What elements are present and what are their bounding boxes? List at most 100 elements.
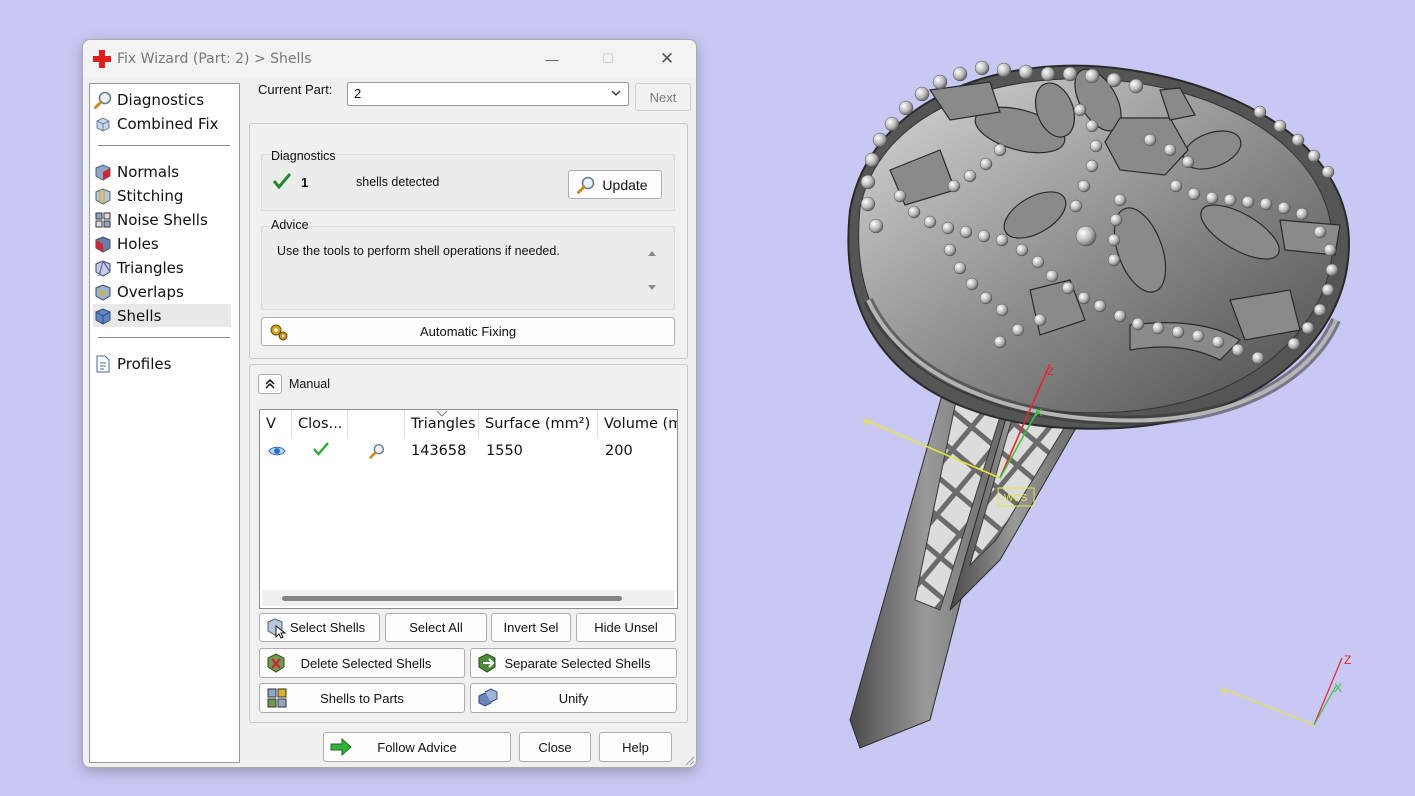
ring-model[interactable]: Y Z X WCS Y Z X <box>700 0 1415 796</box>
help-button[interactable]: Help <box>599 732 672 762</box>
nav-item-combined-fix[interactable]: Combined Fix <box>93 112 231 135</box>
nav-item-label: Noise Shells <box>117 210 208 229</box>
nav-item-normals[interactable]: Normals <box>93 160 231 183</box>
next-button[interactable]: Next <box>635 83 691 111</box>
unify-button[interactable]: Unify <box>470 683 677 713</box>
nav-item-stitching[interactable]: Stitching <box>93 184 231 207</box>
separate-selected-shells-button[interactable]: Separate Selected Shells <box>470 648 677 678</box>
nav-item-label: Combined Fix <box>117 114 219 133</box>
nav-item-holes[interactable]: Holes <box>93 232 231 255</box>
wcs-label: WCS <box>1004 493 1028 504</box>
hide-unsel-button[interactable]: Hide Unsel <box>576 613 676 642</box>
advice-scrollbar[interactable] <box>643 240 661 302</box>
triad-x-label: X <box>1334 681 1342 695</box>
nav-item-label: Normals <box>117 162 180 181</box>
nav-item-label: Triangles <box>117 258 184 277</box>
stitching-cube-icon <box>93 186 113 206</box>
chevron-double-up-icon <box>265 378 275 389</box>
nav-item-label: Holes <box>117 234 159 253</box>
nav-item-diagnostics[interactable]: Diagnostics <box>93 88 231 111</box>
holes-cube-icon <box>93 234 113 254</box>
current-part-select[interactable]: 2 <box>347 82 629 106</box>
close-icon: ✕ <box>659 49 675 68</box>
collapse-manual-button[interactable] <box>258 374 282 394</box>
3d-viewport[interactable]: Y Z X WCS Y Z X <box>700 0 1415 796</box>
document-icon <box>93 354 113 374</box>
advice-text: Use the tools to perform shell operation… <box>277 244 560 258</box>
scrollbar-thumb[interactable] <box>282 596 622 601</box>
wizard-nav: Diagnostics Combined Fix Normals Stitchi… <box>89 83 240 763</box>
scroll-arrows-icon <box>648 251 656 290</box>
checkmark-icon <box>273 173 291 189</box>
noise-shells-icon <box>93 210 113 230</box>
gears-icon <box>268 321 290 343</box>
normals-cube-icon <box>93 162 113 182</box>
sort-indicator-icon <box>436 410 448 417</box>
shells-to-parts-button[interactable]: Shells to Parts <box>259 683 465 713</box>
delete-selected-shells-label: Delete Selected Shells <box>300 655 432 671</box>
x-axis-label: X <box>1035 407 1043 419</box>
nav-item-label: Profiles <box>117 354 172 373</box>
shells-to-parts-label: Shells to Parts <box>320 690 404 706</box>
row-triangles: 143658 <box>411 443 467 459</box>
fix-wizard-dialog: Fix Wizard (Part: 2) > Shells — ☐ ✕ Diag… <box>82 39 697 768</box>
eye-icon[interactable] <box>268 440 286 462</box>
row-surface: 1550 <box>486 443 523 459</box>
shells-to-parts-icon <box>266 687 288 709</box>
column-header-volume[interactable]: Volume (m <box>598 410 677 438</box>
nav-item-profiles[interactable]: Profiles <box>93 352 231 375</box>
column-header-action[interactable] <box>348 410 405 438</box>
zoom-to-shell-icon[interactable] <box>368 440 386 462</box>
close-window-button[interactable]: ✕ <box>647 46 687 72</box>
follow-advice-label: Follow Advice <box>377 739 457 755</box>
select-shells-button[interactable]: Select Shells <box>259 613 380 642</box>
orientation-triad: Y Z X <box>1220 653 1351 726</box>
title-bar[interactable]: Fix Wizard (Part: 2) > Shells — ☐ ✕ <box>83 40 696 78</box>
column-header-surface[interactable]: Surface (mm²) <box>479 410 598 438</box>
cube-icon <box>93 114 113 134</box>
select-all-label: Select All <box>409 620 463 635</box>
triad-y-label: Y <box>1220 685 1228 699</box>
column-header-visible[interactable]: V <box>260 410 292 438</box>
next-button-label: Next <box>649 89 677 105</box>
manual-label: Manual <box>289 377 330 391</box>
overlaps-cube-icon <box>93 282 113 302</box>
triangles-cube-icon <box>93 258 113 278</box>
automatic-fixing-button[interactable]: Automatic Fixing <box>261 317 675 346</box>
minimize-icon: — <box>545 51 559 67</box>
maximize-icon: ☐ <box>602 51 614 66</box>
unify-label: Unify <box>558 690 589 706</box>
delete-selected-shells-button[interactable]: Delete Selected Shells <box>259 648 465 678</box>
update-button[interactable]: Update <box>568 170 662 199</box>
nav-item-label: Shells <box>117 306 162 325</box>
diagnostics-group-label: Diagnostics <box>271 149 336 163</box>
nav-item-overlaps[interactable]: Overlaps <box>93 280 231 303</box>
shells-cube-icon <box>93 306 113 326</box>
magnifier-icon <box>93 90 113 110</box>
invert-sel-button[interactable]: Invert Sel <box>491 613 571 642</box>
table-horizontal-scrollbar[interactable] <box>262 590 675 606</box>
follow-advice-button[interactable]: Follow Advice <box>323 732 511 762</box>
nav-item-noise-shells[interactable]: Noise Shells <box>93 208 231 231</box>
column-header-closed[interactable]: Clos... <box>292 410 348 438</box>
nav-item-triangles[interactable]: Triangles <box>93 256 231 279</box>
current-part-label: Current Part: <box>258 82 333 97</box>
red-cross-icon <box>93 50 111 68</box>
nav-item-shells[interactable]: Shells <box>93 304 231 327</box>
close-button[interactable]: Close <box>519 732 591 762</box>
arrow-right-icon <box>330 736 352 758</box>
advice-text-box: Use the tools to perform shell operation… <box>271 240 673 302</box>
delete-shell-icon <box>266 652 288 674</box>
row-volume: 200 <box>605 443 633 459</box>
help-button-label: Help <box>622 739 649 755</box>
magnifier-icon <box>575 174 597 196</box>
maximize-button[interactable]: ☐ <box>588 46 628 72</box>
minimize-button[interactable]: — <box>532 46 572 72</box>
z-axis-label: Z <box>1047 366 1054 378</box>
shells-count: 1 <box>301 175 309 190</box>
resize-grip-icon[interactable] <box>683 754 695 766</box>
unify-icon <box>477 687 499 709</box>
select-all-button[interactable]: Select All <box>385 613 487 642</box>
invert-sel-label: Invert Sel <box>503 620 559 635</box>
triad-z-label: Z <box>1344 653 1351 667</box>
